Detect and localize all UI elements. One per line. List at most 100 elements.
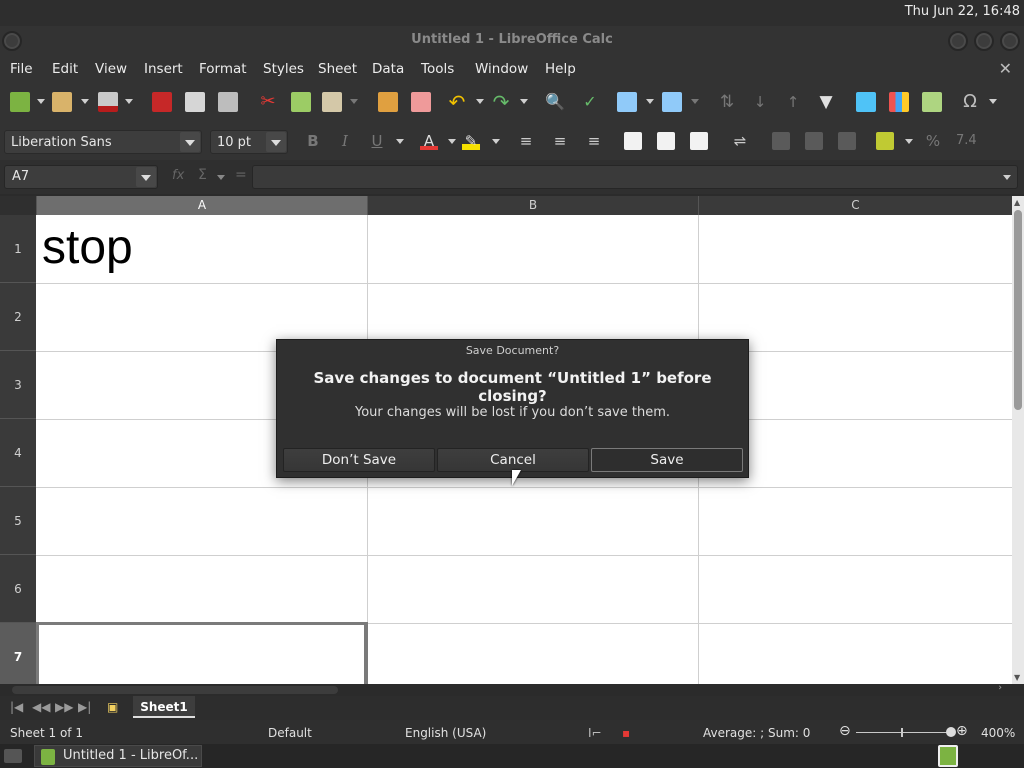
font-size-box[interactable]: 10 pt bbox=[210, 130, 288, 154]
menu-data[interactable]: Data bbox=[372, 61, 404, 77]
taskbar-item-calc[interactable]: Untitled 1 - LibreOf... bbox=[34, 745, 202, 767]
row-header-3[interactable]: 3 bbox=[0, 351, 36, 419]
row-header-5[interactable]: 5 bbox=[0, 487, 36, 555]
menu-styles[interactable]: Styles bbox=[263, 61, 304, 77]
row-header-1[interactable]: 1 bbox=[0, 215, 36, 283]
number-format-icon[interactable]: 7.4 bbox=[956, 132, 977, 150]
print-preview-icon[interactable] bbox=[218, 92, 238, 112]
menu-help[interactable]: Help bbox=[545, 61, 576, 77]
special-character-dropdown-arrow[interactable] bbox=[989, 99, 997, 104]
sort-icon[interactable]: ⇅ bbox=[717, 92, 737, 112]
align-center-icon[interactable]: ≡ bbox=[551, 132, 569, 150]
vertical-scrollbar[interactable]: ▲ ▼ bbox=[1012, 196, 1024, 684]
minimize-button[interactable] bbox=[948, 31, 968, 51]
menu-view[interactable]: View bbox=[95, 61, 127, 77]
document-modified-icon[interactable]: ▪ bbox=[622, 726, 630, 740]
row-header-2[interactable]: 2 bbox=[0, 283, 36, 351]
highlight-dropdown-arrow[interactable] bbox=[492, 139, 500, 144]
align-bottom-icon[interactable] bbox=[690, 132, 708, 150]
zoom-slider[interactable] bbox=[856, 732, 950, 733]
dont-save-button[interactable]: Don’t Save bbox=[283, 448, 435, 472]
column-dropdown-arrow[interactable] bbox=[691, 99, 699, 104]
open-folder-icon[interactable] bbox=[52, 92, 72, 112]
font-name-box[interactable]: Liberation Sans bbox=[4, 130, 202, 154]
function-wizard-icon[interactable]: fx bbox=[172, 168, 184, 183]
previous-sheet-icon[interactable]: ◀◀ bbox=[32, 700, 50, 714]
sheet-tab-sheet1[interactable]: Sheet1 bbox=[133, 696, 195, 718]
font-color-icon[interactable]: A bbox=[420, 132, 438, 150]
wrap-text-icon[interactable]: ⇌ bbox=[731, 132, 749, 150]
merge-cells-icon[interactable] bbox=[772, 132, 790, 150]
save-button[interactable]: Save bbox=[591, 448, 743, 472]
merge-center-icon[interactable] bbox=[805, 132, 823, 150]
next-sheet-icon[interactable]: ▶▶ bbox=[55, 700, 73, 714]
sort-ascending-icon[interactable]: ↓ bbox=[750, 92, 770, 112]
column-header-c[interactable]: C bbox=[699, 196, 1012, 215]
new-dropdown-arrow[interactable] bbox=[37, 99, 45, 104]
close-document-icon[interactable]: ✕ bbox=[999, 59, 1012, 78]
currency-format-icon[interactable] bbox=[876, 132, 894, 150]
menu-tools[interactable]: Tools bbox=[421, 61, 454, 77]
redo-dropdown-arrow[interactable] bbox=[520, 99, 528, 104]
unmerge-cells-icon[interactable] bbox=[838, 132, 856, 150]
name-box-dropdown-arrow[interactable] bbox=[136, 167, 156, 187]
row-header-4[interactable]: 4 bbox=[0, 419, 36, 487]
close-window-button[interactable] bbox=[1000, 31, 1020, 51]
insert-image-icon[interactable] bbox=[856, 92, 876, 112]
horizontal-scrollbar[interactable]: › bbox=[0, 683, 1024, 696]
paste-icon[interactable] bbox=[322, 92, 342, 112]
export-pdf-icon[interactable] bbox=[152, 92, 172, 112]
maximize-button[interactable] bbox=[974, 31, 994, 51]
scroll-right-arrow[interactable]: › bbox=[998, 683, 1002, 693]
clock[interactable]: Thu Jun 22, 16:48 bbox=[905, 4, 1020, 19]
zoom-slider-thumb[interactable] bbox=[946, 727, 956, 737]
scroll-down-arrow[interactable]: ▼ bbox=[1014, 673, 1020, 682]
undo-dropdown-arrow[interactable] bbox=[476, 99, 484, 104]
zoom-level[interactable]: 400% bbox=[981, 726, 1015, 740]
menu-sheet[interactable]: Sheet bbox=[318, 61, 357, 77]
page-style[interactable]: Default bbox=[268, 726, 312, 740]
undo-icon[interactable]: ↶ bbox=[447, 92, 467, 112]
cancel-button[interactable]: Cancel bbox=[437, 448, 589, 472]
insert-chart-icon[interactable] bbox=[889, 92, 909, 112]
cut-icon[interactable]: ✂ bbox=[258, 92, 278, 112]
clone-formatting-icon[interactable] bbox=[378, 92, 398, 112]
sum-dropdown-arrow[interactable] bbox=[217, 175, 225, 180]
find-replace-icon[interactable]: 🔍 bbox=[545, 92, 565, 112]
menu-window[interactable]: Window bbox=[475, 61, 528, 77]
center-vertically-icon[interactable] bbox=[657, 132, 675, 150]
bold-icon[interactable]: B bbox=[304, 132, 322, 150]
column-icon[interactable] bbox=[662, 92, 682, 112]
underline-dropdown-arrow[interactable] bbox=[396, 139, 404, 144]
scroll-up-arrow[interactable]: ▲ bbox=[1014, 198, 1020, 207]
align-left-icon[interactable]: ≡ bbox=[517, 132, 535, 150]
language[interactable]: English (USA) bbox=[405, 726, 486, 740]
horizontal-scroll-thumb[interactable] bbox=[12, 686, 338, 694]
formula-input[interactable] bbox=[252, 165, 1018, 189]
font-size-dropdown-arrow[interactable] bbox=[266, 132, 286, 152]
pivot-table-icon[interactable] bbox=[922, 92, 942, 112]
open-dropdown-arrow[interactable] bbox=[81, 99, 89, 104]
row-header-6[interactable]: 6 bbox=[0, 555, 36, 623]
special-character-icon[interactable]: Ω bbox=[960, 92, 980, 112]
menu-edit[interactable]: Edit bbox=[52, 61, 78, 77]
row-icon[interactable] bbox=[617, 92, 637, 112]
menu-format[interactable]: Format bbox=[199, 61, 247, 77]
first-sheet-icon[interactable]: |◀ bbox=[10, 700, 23, 714]
selection-summary[interactable]: Average: ; Sum: 0 bbox=[703, 726, 810, 740]
percent-format-icon[interactable]: % bbox=[924, 132, 942, 150]
spelling-icon[interactable]: ✓ bbox=[580, 92, 600, 112]
align-top-icon[interactable] bbox=[624, 132, 642, 150]
copy-icon[interactable] bbox=[291, 92, 311, 112]
align-right-icon[interactable]: ≡ bbox=[585, 132, 603, 150]
row-dropdown-arrow[interactable] bbox=[646, 99, 654, 104]
currency-dropdown-arrow[interactable] bbox=[905, 139, 913, 144]
selection-mode-icon[interactable]: I⌐ bbox=[588, 726, 602, 740]
column-header-a[interactable]: A bbox=[37, 196, 368, 215]
selected-cell-a7[interactable] bbox=[36, 622, 368, 684]
tray-calc-icon[interactable] bbox=[938, 745, 958, 767]
redo-icon[interactable]: ↷ bbox=[491, 92, 511, 112]
italic-icon[interactable]: I bbox=[336, 132, 354, 150]
last-sheet-icon[interactable]: ▶| bbox=[78, 700, 91, 714]
print-icon[interactable] bbox=[185, 92, 205, 112]
